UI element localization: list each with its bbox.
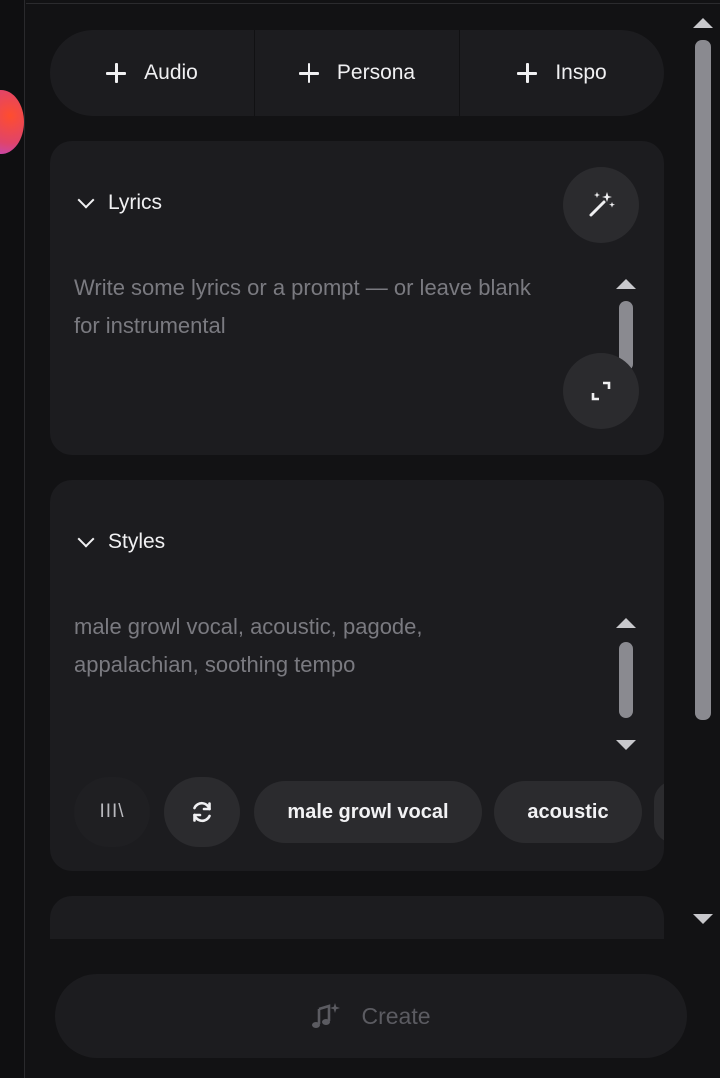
scroll-up-icon[interactable] <box>616 618 636 628</box>
styles-section-toggle[interactable]: Styles <box>77 530 166 554</box>
scroll-down-icon[interactable] <box>693 914 713 924</box>
styles-card: Styles male growl vocal, acoustic, pagod… <box>50 480 664 871</box>
add-persona-label: Persona <box>336 61 416 84</box>
style-chip[interactable]: acoustic <box>494 781 642 843</box>
lyrics-card: Lyrics Write some lyrics or a prompt — o… <box>50 141 664 455</box>
scroll-up-icon[interactable] <box>693 18 713 28</box>
magic-wand-icon <box>589 192 615 217</box>
library-icon: III\ <box>99 801 125 822</box>
add-inspo-label: Inspo <box>555 61 607 84</box>
left-rail <box>0 0 25 1078</box>
add-inspo-button[interactable]: Inspo <box>459 30 664 116</box>
styles-text-line-1: male growl vocal, acoustic, pagode, <box>74 614 423 639</box>
scroll-thumb[interactable] <box>695 40 711 720</box>
create-label: Create <box>361 1002 431 1029</box>
plus-icon <box>298 63 319 83</box>
styles-title: Styles <box>108 530 166 553</box>
style-tags-row: III\ male growl vocal acoustic <box>74 777 664 847</box>
main-scrollbar[interactable] <box>686 8 720 938</box>
add-audio-button[interactable]: Audio <box>50 30 254 116</box>
library-button[interactable]: III\ <box>74 777 150 847</box>
style-chip[interactable]: male growl vocal <box>254 781 482 843</box>
add-persona-button[interactable]: Persona <box>254 30 459 116</box>
lyrics-section-toggle[interactable]: Lyrics <box>77 191 163 215</box>
styles-text-line-2: appalachian, soothing tempo <box>74 652 356 677</box>
chevron-down-icon <box>77 530 95 548</box>
plus-icon <box>517 63 538 83</box>
create-button[interactable]: Create <box>55 974 687 1058</box>
chevron-down-icon <box>77 191 95 209</box>
lyrics-input[interactable]: Write some lyrics or a prompt — or leave… <box>74 269 531 345</box>
styles-input[interactable]: male growl vocal, acoustic, pagode, appa… <box>74 608 423 684</box>
music-sparkle-icon <box>312 1003 341 1028</box>
refresh-icon <box>193 801 211 823</box>
next-section-card <box>50 896 664 939</box>
styles-scrollbar[interactable] <box>616 618 636 750</box>
lyrics-placeholder-line-1: Write some lyrics or a prompt — or leave… <box>74 275 531 300</box>
plus-icon <box>106 63 127 83</box>
style-chip-overflow[interactable] <box>654 781 664 843</box>
scroll-down-icon[interactable] <box>616 740 636 750</box>
create-panel: Audio Persona Inspo Lyrics Write some ly… <box>26 4 686 939</box>
avatar[interactable] <box>0 90 24 154</box>
scroll-up-icon[interactable] <box>616 279 636 289</box>
expand-button[interactable] <box>563 353 639 429</box>
expand-icon <box>591 381 611 401</box>
refresh-styles-button[interactable] <box>164 777 240 847</box>
add-options-bar: Audio Persona Inspo <box>50 30 664 116</box>
add-audio-label: Audio <box>144 61 198 84</box>
scroll-thumb[interactable] <box>619 642 633 718</box>
lyrics-placeholder-line-2: for instrumental <box>74 313 226 338</box>
lyrics-title: Lyrics <box>108 191 163 214</box>
magic-wand-button[interactable] <box>563 167 639 243</box>
